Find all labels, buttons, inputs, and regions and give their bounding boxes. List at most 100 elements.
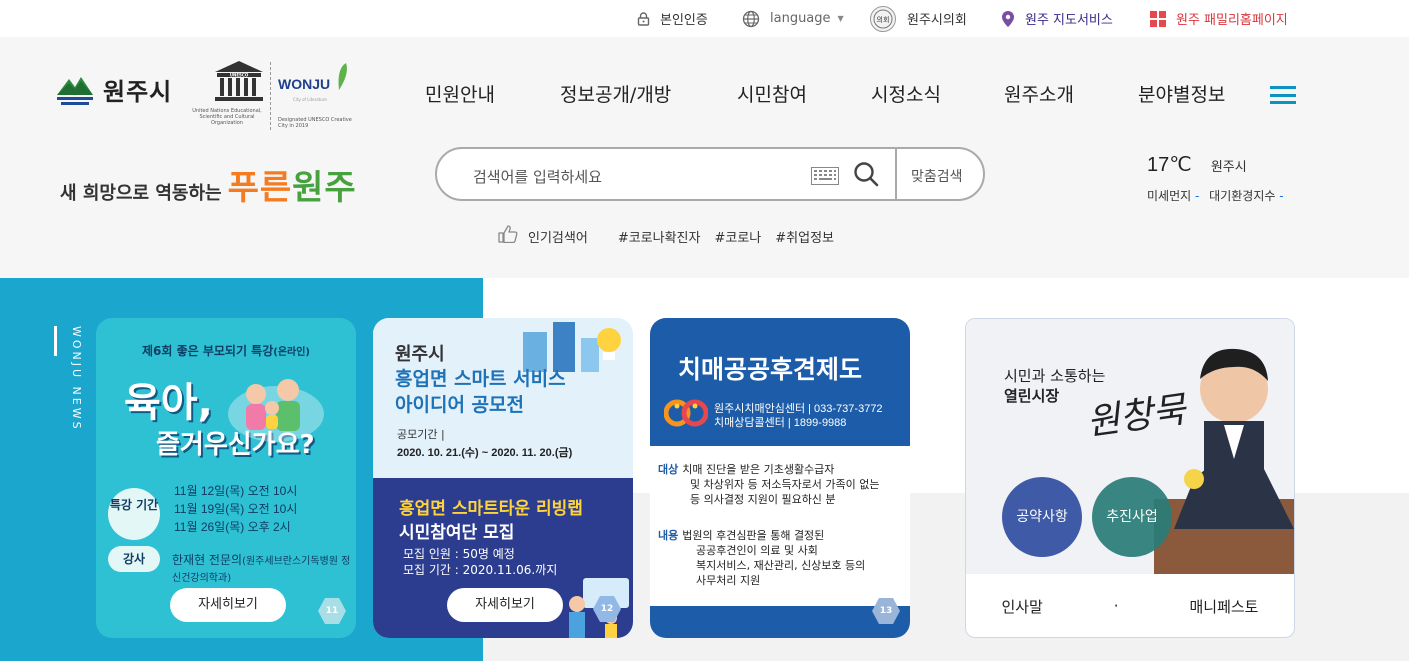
popular-tag[interactable]: #취업정보 — [775, 227, 834, 246]
weather-widget: 17℃ 원주시 미세먼지 - 대기환경지수 - — [1147, 152, 1284, 204]
mayor-title: 열린시장 — [1004, 387, 1060, 405]
nav-item-civil[interactable]: 민원안내 — [425, 80, 495, 110]
card2-bottom-subtitle: 시민참여단 모집 — [399, 523, 515, 543]
wonju-mountain-icon — [57, 76, 93, 105]
popular-searches: 인기검색어 #코로나확진자 #코로나 #취업정보 — [498, 225, 848, 247]
card1-headline: 육아, — [124, 380, 213, 426]
unesco-temple-icon: UNESCO — [215, 61, 263, 101]
menu-icon[interactable] — [1270, 86, 1296, 104]
feather-icon — [338, 63, 347, 90]
link-separator: · — [1113, 597, 1119, 615]
card1-period-badge: 특강 기간 — [108, 488, 160, 540]
news-card-dementia[interactable]: 치매공공후견제도 원주시치매안심센터 | 033-737-3772 치매상담콜센… — [650, 318, 910, 638]
family-illustration-icon — [228, 379, 324, 442]
manifesto-link[interactable]: 매니페스토 — [1189, 596, 1258, 617]
card3-title: 치매공공후견제도 — [678, 355, 863, 384]
family-site-link[interactable]: 원주 패밀리홈페이지 — [1150, 0, 1288, 37]
utility-bar: 본인인증 language ▼ 의회 원주시의회 원주 지도서비스 원주 패밀리… — [0, 0, 1409, 37]
language-label: language — [770, 11, 831, 26]
keyboard-icon[interactable] — [811, 167, 839, 189]
slogan-text: 새 희망으로 역동하는 — [60, 183, 222, 204]
popular-label: 인기검색어 — [528, 230, 588, 246]
slogan-highlight-blue: 푸른 — [227, 168, 293, 208]
map-pin-icon — [1001, 10, 1015, 28]
card1-dates: 11월 12일(목) 오전 10시 11월 19일(목) 오전 10시 11월 … — [174, 484, 298, 534]
news-label: WONJU NEWS — [70, 326, 83, 432]
family-site-label: 원주 패밀리홈페이지 — [1176, 13, 1288, 28]
search-input[interactable]: 검색어를 입력하세요 — [473, 166, 602, 187]
svg-text:UNESCO: UNESCO — [230, 73, 249, 78]
weather-location: 원주시 — [1210, 160, 1247, 175]
mayor-links: 인사말 · 매니페스토 — [966, 574, 1294, 637]
card2-period-label: 공모기간 | — [397, 428, 445, 441]
news-card-smart-service[interactable]: 원주시 흥업면 스마트 서비스 아이디어 공모전 공모기간 | 2020. 10… — [373, 318, 633, 638]
dust-label: 미세먼지 — [1147, 189, 1192, 203]
card2-period: 2020. 10. 21.(수) ~ 2020. 11. 20.(금) — [397, 447, 573, 459]
search-icon[interactable] — [853, 161, 879, 191]
card1-title: 제6회 좋은 부모되기 특강(온라인) — [141, 344, 311, 358]
globe-icon — [742, 10, 760, 28]
card3-content: 내용 법원의 후견심판을 통해 결정된 공공후견인이 의료 및 사회 복지서비스,… — [658, 529, 866, 587]
wonju-tagline: City of Literature — [293, 97, 327, 102]
council-label: 원주시의회 — [907, 13, 967, 28]
project-button[interactable]: 추진사업 — [1092, 477, 1172, 557]
news-card-parenting[interactable]: 제6회 좋은 부모되기 특강(온라인) 육아, 즐거우신가요? 특강 기간 11… — [96, 318, 356, 638]
nav-item-participation[interactable]: 시민참여 — [737, 80, 807, 110]
slogan: 새 희망으로 역동하는 푸른 원주 — [60, 160, 357, 209]
dementia-center-logo-icon — [663, 398, 709, 432]
unesco-caption: United Nations Educational, Scientific a… — [192, 108, 262, 126]
aqi-value: - — [1279, 189, 1284, 203]
card3-phones: 원주시치매안심센터 | 033-737-3772 치매상담콜센터 | 1899-… — [714, 403, 883, 429]
mayor-photo-icon — [1154, 348, 1294, 574]
caret-down-icon: ▼ — [837, 14, 844, 23]
auth-label: 본인인증 — [660, 13, 708, 28]
council-link[interactable]: 의회 원주시의회 — [869, 0, 967, 37]
nav-item-news[interactable]: 시정소식 — [871, 80, 941, 110]
temperature: 17℃ — [1147, 154, 1192, 176]
nav-item-intro[interactable]: 원주소개 — [1004, 80, 1074, 110]
wonju-caption: Designated UNESCO Creative City in 2019 — [278, 117, 352, 129]
card2-title: 흥업면 스마트 서비스 아이디어 공모전 — [395, 368, 566, 416]
card1-lecturer-badge: 강사 — [108, 546, 160, 572]
unesco-logo: UNESCO United Nations Educational, Scien… — [187, 58, 267, 133]
thumbs-up-icon — [498, 225, 518, 247]
logo-divider — [270, 62, 271, 130]
search-separator — [895, 149, 897, 199]
lock-icon — [637, 11, 650, 26]
greeting-link[interactable]: 인사말 — [1001, 596, 1042, 617]
card2-bottom-title: 흥업면 스마트타운 리빙랩 — [399, 499, 583, 519]
slogan-highlight-green: 원주 — [292, 168, 357, 208]
wonju-literature-logo: WONJU City of Literature Designated UNES… — [278, 62, 353, 132]
wonju-wordmark: WONJU — [278, 76, 331, 92]
nav-item-field[interactable]: 분야별정보 — [1138, 80, 1225, 110]
air-quality: 미세먼지 - 대기환경지수 - — [1147, 187, 1284, 204]
council-emblem-icon: 의회 — [869, 5, 897, 33]
mayor-tagline: 시민과 소통하는 — [1004, 367, 1106, 385]
popular-tag[interactable]: #코로나확진자 — [618, 227, 701, 246]
card2-recruit: 모집 인원 : 50명 예정 모집 기간 : 2020.11.06.까지 — [403, 547, 558, 577]
card2-city: 원주시 — [395, 344, 445, 365]
svg-text:의회: 의회 — [877, 15, 890, 24]
aqi-label: 대기환경지수 — [1209, 189, 1276, 203]
card1-number: 11 — [318, 598, 346, 624]
card3-footer — [650, 606, 910, 638]
auth-link[interactable]: 본인인증 — [637, 0, 708, 37]
language-select[interactable]: language ▼ — [742, 0, 844, 37]
card3-target: 대상 치매 진단을 받은 기초생활수급자 및 차상위자 등 저소득자로서 가족이 … — [658, 463, 880, 506]
custom-search-button[interactable]: 맞춤검색 — [911, 166, 963, 186]
card2-detail-button[interactable]: 자세히보기 — [447, 588, 563, 622]
card1-lecturer: 한재현 전문의(원주세브란스기독병원 정신건강의학과) — [172, 553, 351, 584]
news-marker — [54, 326, 57, 356]
mayor-card: 시민과 소통하는 열린시장 원창묵 공약사항 추진사업 인사말 · 매니페스토 — [965, 318, 1295, 638]
popular-tag[interactable]: #코로나 — [714, 227, 761, 246]
logo-text: 원주시 — [103, 78, 173, 106]
card1-detail-button[interactable]: 자세히보기 — [170, 588, 286, 622]
map-label: 원주 지도서비스 — [1025, 13, 1113, 28]
grid-icon — [1150, 10, 1166, 27]
map-link[interactable]: 원주 지도서비스 — [1001, 0, 1113, 37]
pledge-button[interactable]: 공약사항 — [1002, 477, 1082, 557]
nav-item-info[interactable]: 정보공개/개방 — [560, 80, 671, 110]
search-box: 검색어를 입력하세요 맞춤검색 — [435, 147, 985, 201]
dust-value: - — [1195, 189, 1200, 203]
wonju-logo[interactable]: 원주시 — [55, 72, 172, 107]
